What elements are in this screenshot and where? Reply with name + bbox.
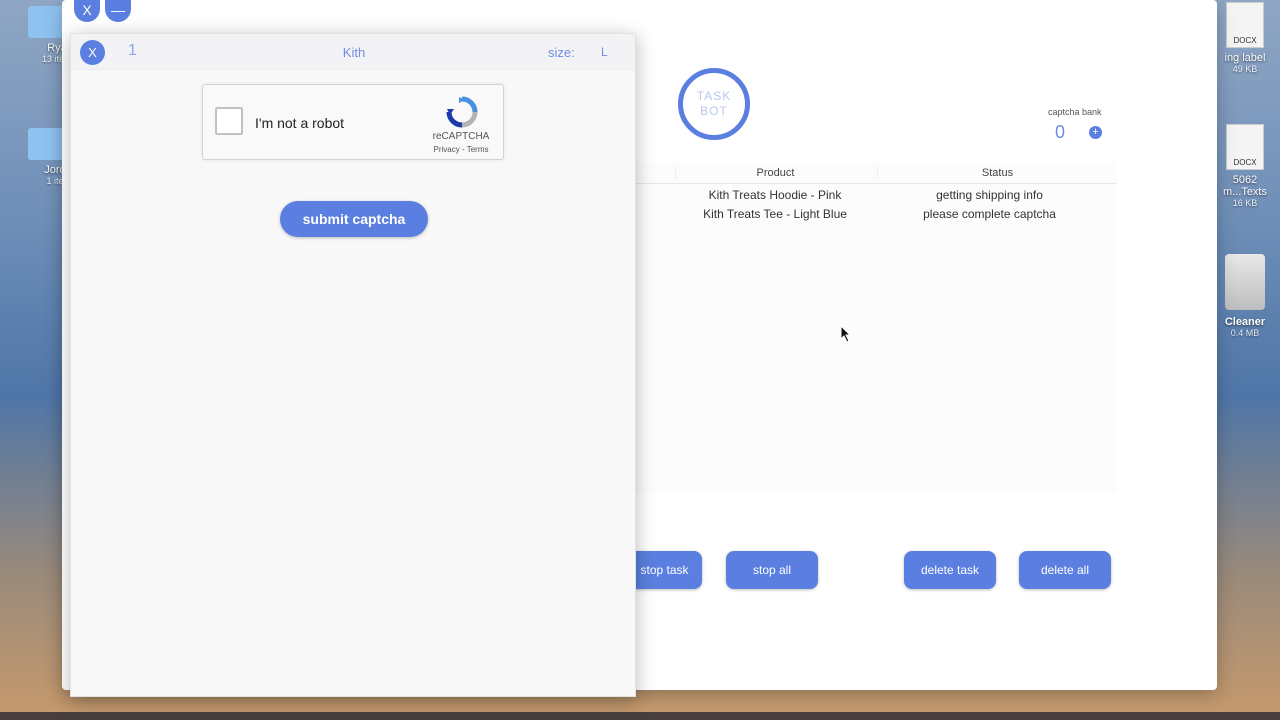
captcha-task-number: 1 [128,42,137,59]
document-icon: DOCX [1226,124,1264,170]
captcha-bank-add-button[interactable]: + [1089,126,1102,139]
document-icon: DOCX [1226,2,1264,48]
submit-captcha-button[interactable]: submit captcha [280,201,428,237]
column-header-status: Status [877,167,1117,179]
row-status: getting shipping info [936,188,1043,202]
captcha-bank-count: 0 [1055,122,1066,142]
delete-all-button[interactable]: delete all [1019,551,1111,589]
captcha-size-value: L [601,45,608,59]
desktop-app-label: Cleaner [1224,316,1266,328]
recaptcha-widget: I'm not a robot reCAPTCHA Privacy - Term… [202,84,504,160]
table-row[interactable]: Kith Treats Hoodie - Pink getting shippi… [632,188,1117,207]
table-header: Product Status [632,162,1117,184]
recaptcha-privacy-terms-link[interactable]: Privacy - Terms [421,145,501,154]
captcha-window: X 1 Kith size: L I'm not a robot reCAPTC… [70,33,636,697]
recaptcha-checkbox[interactable] [215,107,243,135]
desktop-doc-1[interactable]: DOCX ing label 49 KB [1212,2,1278,74]
logo-line-2: BOT [700,104,728,118]
stop-all-button[interactable]: stop all [726,551,818,589]
window-close-button[interactable]: X [74,0,100,22]
captcha-bank-label: captcha bank [1048,107,1102,117]
window-minimize-button[interactable]: — [105,0,131,22]
recaptcha-logo-icon [446,96,478,128]
doc-type-badge: DOCX [1233,36,1257,45]
desktop-doc-size: 16 KB [1232,198,1258,208]
desktop-doc-label: 5062 [1232,174,1258,186]
logo-line-1: TASK [696,89,732,103]
captcha-window-header: X 1 Kith size: L [71,34,635,70]
captcha-store-name: Kith [342,45,366,60]
captcha-close-button[interactable]: X [80,40,105,65]
recaptcha-label: I'm not a robot [255,115,345,131]
row-product: Kith Treats Tee - Light Blue [703,207,847,221]
desktop-app-size: 0.4 MB [1230,328,1260,338]
task-table: Product Status Kith Treats Hoodie - Pink… [632,162,1117,492]
captcha-size-label: size: [548,45,575,60]
taskbot-logo: TASK BOT [678,68,750,140]
table-row[interactable]: Kith Treats Tee - Light Blue please comp… [632,207,1117,226]
disk-icon [1225,254,1265,310]
doc-type-badge: DOCX [1233,158,1257,167]
mouse-cursor-icon [840,325,852,343]
desktop-doc-label-2: m...Texts [1222,186,1267,198]
desktop-app-cleaner[interactable]: Cleaner 0.4 MB [1212,254,1278,338]
desktop-doc-2[interactable]: DOCX 5062 m...Texts 16 KB [1212,124,1278,208]
desktop-doc-label: ing label [1224,52,1266,64]
row-status: please complete captcha [923,207,1056,221]
row-product: Kith Treats Hoodie - Pink [708,188,842,202]
column-header-product: Product [675,167,875,179]
recaptcha-brand: reCAPTCHA [432,131,490,142]
delete-task-button[interactable]: delete task [904,551,996,589]
dock[interactable] [0,712,1280,720]
desktop-doc-size: 49 KB [1232,64,1258,74]
